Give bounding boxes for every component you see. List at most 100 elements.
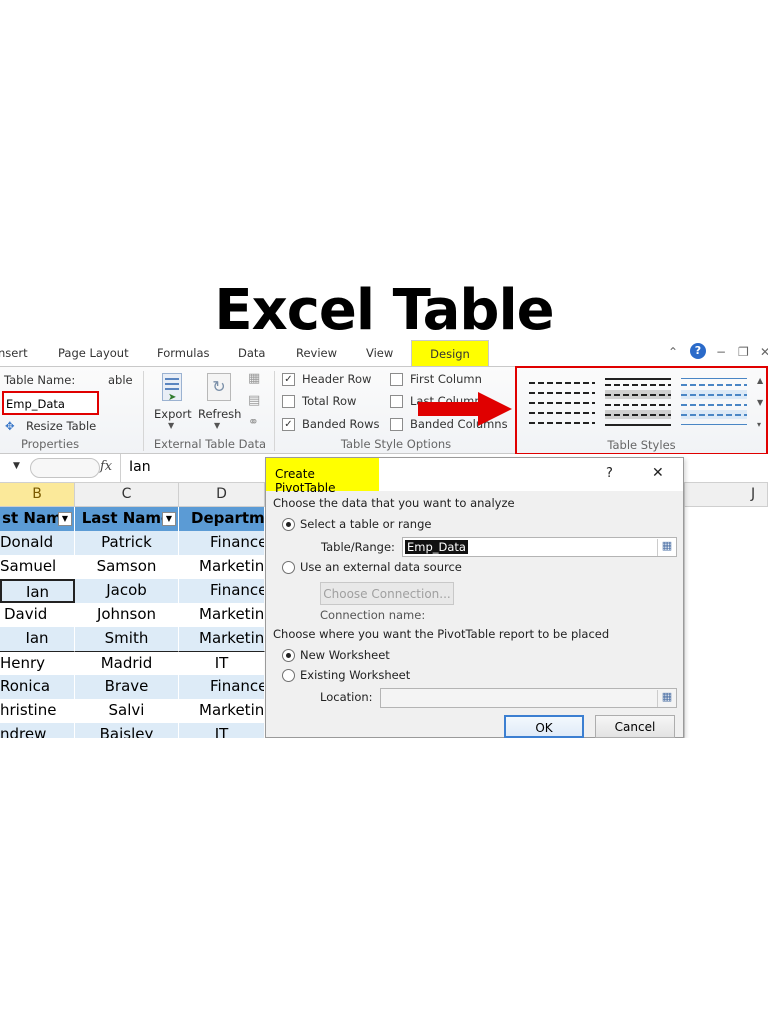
ribbon-tab-bar: nsert Page Layout Formulas Data Review V…: [0, 340, 768, 367]
table-cell[interactable]: ndrew: [0, 723, 75, 738]
column-header-b[interactable]: B: [0, 483, 75, 507]
create-pivottable-dialog: Create PivotTable ? ✕ Choose the data th…: [265, 457, 684, 738]
tab-view[interactable]: View: [366, 346, 393, 360]
table-cell[interactable]: Marketin: [179, 603, 265, 627]
unlink-icon[interactable]: ⚭: [248, 415, 259, 430]
last-column-checkbox[interactable]: [390, 395, 403, 408]
table-range-input[interactable]: Emp_Data ▦: [402, 537, 677, 557]
dialog-title: Create PivotTable: [266, 458, 379, 495]
table-cell[interactable]: Brave: [75, 675, 179, 699]
table-cell[interactable]: Jacob: [75, 579, 179, 603]
dialog-help-icon[interactable]: ?: [606, 466, 613, 481]
location-input[interactable]: ▦: [380, 688, 677, 708]
tab-data[interactable]: Data: [238, 346, 265, 360]
table-style-swatch-light[interactable]: [605, 376, 671, 426]
separator: [120, 454, 121, 482]
table-cell[interactable]: Finance: [179, 531, 265, 555]
minimize-ribbon-icon[interactable]: ⌃: [668, 345, 678, 359]
styles-scroll-up-icon[interactable]: ▲: [757, 376, 763, 385]
table-cell[interactable]: IT: [179, 723, 265, 738]
empty-cells[interactable]: [684, 507, 768, 738]
existing-worksheet-radio[interactable]: [282, 669, 295, 682]
choose-connection-button[interactable]: Choose Connection...: [320, 582, 454, 605]
column-header-c[interactable]: C: [75, 483, 179, 507]
table-header-department[interactable]: Departme: [179, 507, 265, 531]
header-row-checkbox[interactable]: ✓: [282, 373, 295, 386]
dialog-titlebar: Create PivotTable ? ✕: [266, 458, 683, 495]
separator: [143, 371, 144, 451]
restore-window-icon[interactable]: ❐: [738, 345, 749, 359]
select-range-radio[interactable]: [282, 518, 295, 531]
tab-design[interactable]: Design: [411, 340, 489, 367]
export-dropdown-icon[interactable]: ▼: [168, 421, 174, 430]
table-cell[interactable]: Ronica: [0, 675, 75, 699]
table-cell[interactable]: Johnson: [75, 603, 179, 627]
table-name-label: Table Name:: [4, 373, 76, 387]
first-column-checkbox[interactable]: [390, 373, 403, 386]
help-icon[interactable]: ?: [690, 343, 706, 359]
table-style-swatch-blue[interactable]: [681, 376, 747, 426]
minimize-window-icon[interactable]: −: [716, 345, 726, 359]
table-cell[interactable]: Smith: [75, 627, 179, 651]
table-cell[interactable]: Baisley: [75, 723, 179, 738]
open-in-browser-icon[interactable]: ▤: [248, 393, 260, 408]
table-cell[interactable]: hristine: [0, 699, 75, 723]
properties-icon[interactable]: ▦: [248, 371, 260, 386]
table-cell[interactable]: David: [0, 603, 75, 627]
export-button[interactable]: Export: [154, 407, 192, 421]
filter-dropdown-icon[interactable]: ▼: [162, 512, 176, 526]
banded-columns-checkbox[interactable]: [390, 418, 403, 431]
active-cell[interactable]: Ian: [0, 579, 75, 603]
header-row-label: Header Row: [302, 372, 372, 386]
table-cell[interactable]: Samson: [75, 555, 179, 579]
table-header-last-name[interactable]: Last Name ▼: [75, 507, 179, 531]
table-cell[interactable]: Salvi: [75, 699, 179, 723]
table-cell[interactable]: Marketin: [179, 699, 265, 723]
column-header-j[interactable]: J: [684, 483, 768, 507]
table-cell[interactable]: Marketin: [179, 555, 265, 579]
formula-input[interactable]: Ian: [129, 459, 151, 475]
table-name-input[interactable]: Emp_Data: [2, 391, 99, 415]
external-source-radio[interactable]: [282, 561, 295, 574]
table-cell[interactable]: Patrick: [75, 531, 179, 555]
resize-table-icon: ✥: [5, 419, 15, 433]
first-column-label: First Column: [410, 372, 482, 386]
table-cell[interactable]: Finance: [179, 675, 265, 699]
cancel-button[interactable]: Cancel: [595, 715, 675, 738]
column-header-d[interactable]: D: [179, 483, 265, 507]
range-picker-icon[interactable]: ▦: [657, 539, 676, 556]
resize-table-button[interactable]: Resize Table: [26, 419, 96, 433]
styles-more-icon[interactable]: ▾: [757, 420, 761, 429]
name-box-dropdown-icon[interactable]: ▼: [13, 461, 20, 471]
dialog-close-icon[interactable]: ✕: [652, 465, 664, 481]
summarize-label[interactable]: able: [108, 373, 133, 387]
table-cell[interactable]: Marketin: [179, 627, 265, 651]
table-header-first-name[interactable]: st Name ▼: [0, 507, 75, 531]
table-cell[interactable]: Ian: [0, 627, 75, 651]
total-row-checkbox[interactable]: [282, 395, 295, 408]
table-cell[interactable]: Madrid: [75, 651, 179, 675]
ribbon: Table Name: Emp_Data ✥ Resize Table able…: [0, 366, 768, 455]
tab-formulas[interactable]: Formulas: [157, 346, 210, 360]
table-cell[interactable]: Finance: [179, 579, 265, 603]
tab-review[interactable]: Review: [296, 346, 337, 360]
new-worksheet-radio[interactable]: [282, 649, 295, 662]
filter-dropdown-icon[interactable]: ▼: [58, 512, 72, 526]
banded-rows-checkbox[interactable]: ✓: [282, 418, 295, 431]
styles-scroll-down-icon[interactable]: ▼: [757, 398, 763, 407]
tab-insert[interactable]: nsert: [0, 346, 28, 360]
table-cell[interactable]: Henry: [0, 651, 75, 675]
table-cell[interactable]: IT: [179, 651, 265, 675]
table-cell[interactable]: Samuel: [0, 555, 75, 579]
ok-button[interactable]: OK: [504, 715, 584, 738]
tab-page-layout[interactable]: Page Layout: [58, 346, 129, 360]
table-cell[interactable]: Donald: [0, 531, 75, 555]
table-style-swatch-none[interactable]: [529, 376, 595, 426]
external-source-label: Use an external data source: [300, 560, 462, 574]
excel-window: nsert Page Layout Formulas Data Review V…: [0, 340, 768, 738]
close-window-icon[interactable]: ✕: [760, 345, 768, 359]
refresh-button[interactable]: Refresh: [198, 407, 241, 421]
refresh-dropdown-icon[interactable]: ▼: [214, 421, 220, 430]
fx-icon[interactable]: fx: [100, 459, 112, 474]
location-picker-icon[interactable]: ▦: [657, 690, 676, 707]
